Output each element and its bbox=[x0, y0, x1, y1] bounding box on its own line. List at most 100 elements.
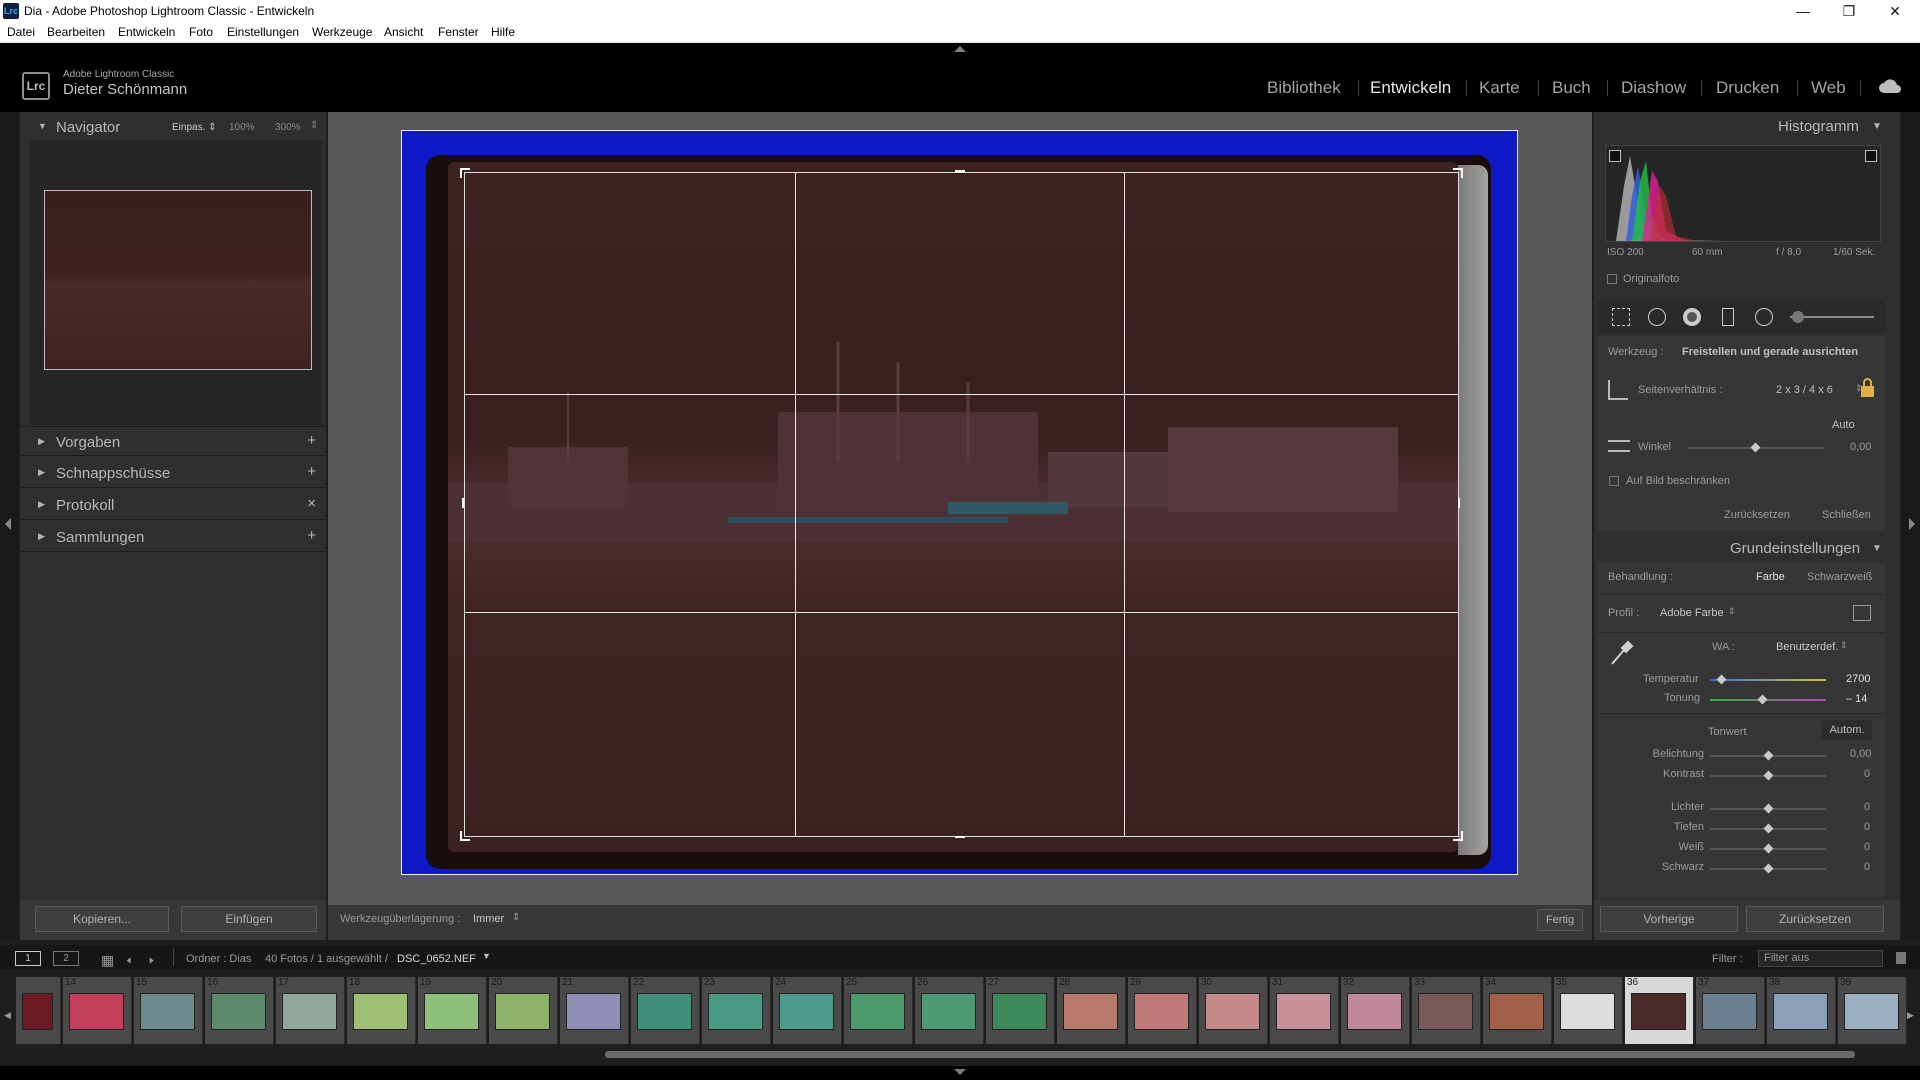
temp-value[interactable]: 2700 bbox=[1846, 673, 1870, 685]
crop-handle-bottom-left[interactable] bbox=[460, 831, 470, 841]
crop-handle-top-right[interactable] bbox=[1453, 168, 1463, 178]
collapse-triangle-icon[interactable]: ▼ bbox=[1872, 121, 1882, 132]
tint-value[interactable]: – 14 bbox=[1846, 693, 1867, 705]
filmstrip-cell[interactable]: 38 bbox=[1767, 977, 1836, 1044]
filmstrip-cell[interactable]: 30 bbox=[1199, 977, 1268, 1044]
filmstrip-cell[interactable]: 31 bbox=[1270, 977, 1339, 1044]
filmstrip-cell[interactable]: 32 bbox=[1341, 977, 1410, 1044]
menu-fenster[interactable]: Fenster bbox=[438, 25, 479, 39]
collections-header[interactable]: ▶ Sammlungen + bbox=[20, 522, 326, 552]
original-photo-checkbox[interactable] bbox=[1607, 274, 1617, 284]
blacks-value[interactable]: 0 bbox=[1864, 861, 1870, 873]
radial-filter-icon[interactable] bbox=[1755, 308, 1773, 326]
filmstrip-cell[interactable]: 17 bbox=[276, 977, 345, 1044]
contrast-value[interactable]: 0 bbox=[1864, 768, 1870, 780]
filmstrip-thumbnail[interactable] bbox=[495, 993, 550, 1030]
crop-handle-bottom[interactable] bbox=[955, 836, 965, 838]
filmstrip-cell[interactable]: 19 bbox=[418, 977, 487, 1044]
filmstrip-cell[interactable]: 27 bbox=[986, 977, 1055, 1044]
module-entwickeln[interactable]: Entwickeln bbox=[1370, 78, 1451, 98]
red-eye-icon[interactable] bbox=[1683, 308, 1701, 326]
tint-slider[interactable] bbox=[1710, 699, 1826, 701]
histogram-graph[interactable] bbox=[1605, 145, 1881, 242]
filmstrip-thumbnail[interactable] bbox=[424, 993, 479, 1030]
filmstrip-thumbnail[interactable] bbox=[1844, 993, 1899, 1030]
crop-handle-left[interactable] bbox=[462, 498, 464, 508]
crop-handle-bottom-right[interactable] bbox=[1453, 831, 1463, 841]
source-label[interactable]: Ordner : Dias bbox=[186, 953, 251, 965]
presets-header[interactable]: ▶ Vorgaben + bbox=[20, 426, 326, 456]
screen2-button[interactable]: 2 bbox=[53, 951, 79, 966]
done-button[interactable]: Fertig bbox=[1537, 909, 1583, 931]
filmstrip-thumbnail[interactable] bbox=[921, 993, 976, 1030]
aspect-select[interactable]: 2 x 3 / 4 x 6 bbox=[1776, 384, 1833, 396]
filmstrip-cell[interactable]: 14 bbox=[63, 977, 132, 1044]
auto-straighten-button[interactable]: Auto bbox=[1832, 419, 1855, 431]
menu-ansicht[interactable]: Ansicht bbox=[384, 25, 423, 39]
filmstrip-cell[interactable]: 15 bbox=[134, 977, 203, 1044]
previous-button[interactable]: Vorherige bbox=[1600, 906, 1738, 932]
filmstrip-thumbnail[interactable] bbox=[637, 993, 692, 1030]
menu-hilfe[interactable]: Hilfe bbox=[491, 25, 515, 39]
history-header[interactable]: ▶ Protokoll × bbox=[20, 490, 326, 520]
constrain-checkbox[interactable] bbox=[1609, 476, 1619, 486]
treatment-bw[interactable]: Schwarzweiß bbox=[1807, 571, 1872, 583]
filmstrip-cell[interactable]: 34 bbox=[1483, 977, 1552, 1044]
spot-removal-icon[interactable] bbox=[1648, 308, 1666, 326]
menu-datei[interactable]: Datei bbox=[7, 25, 35, 39]
zoom-fit[interactable]: Einpas. ⇕ bbox=[172, 122, 217, 133]
right-panel-toggle[interactable] bbox=[1902, 112, 1920, 940]
filmstrip-cell[interactable]: 37 bbox=[1696, 977, 1765, 1044]
filmstrip-cell[interactable]: 18 bbox=[347, 977, 416, 1044]
menu-einstellungen[interactable]: Einstellungen bbox=[227, 25, 299, 39]
filmstrip-cell[interactable]: 29 bbox=[1128, 977, 1197, 1044]
filmstrip-thumbnail[interactable] bbox=[1489, 993, 1544, 1030]
module-web[interactable]: Web bbox=[1811, 78, 1846, 98]
whites-value[interactable]: 0 bbox=[1864, 841, 1870, 853]
paste-settings-button[interactable]: Einfügen bbox=[181, 906, 317, 932]
filmstrip-cell[interactable] bbox=[16, 977, 61, 1044]
filmstrip-thumbnail[interactable] bbox=[1347, 993, 1402, 1030]
crop-tool-icon[interactable] bbox=[1612, 308, 1630, 326]
navigator-thumbnail[interactable] bbox=[44, 190, 312, 370]
filmstrip-thumbnail[interactable] bbox=[850, 993, 905, 1030]
filmstrip-cell[interactable]: 33 bbox=[1412, 977, 1481, 1044]
filmstrip-cell[interactable]: 20 bbox=[489, 977, 558, 1044]
filmstrip-thumbnail[interactable] bbox=[1205, 993, 1260, 1030]
left-panel-toggle[interactable] bbox=[0, 112, 18, 940]
graduated-filter-icon[interactable] bbox=[1722, 308, 1734, 326]
collapse-triangle-icon[interactable]: ▼ bbox=[1872, 543, 1882, 554]
menu-werkzeuge[interactable]: Werkzeuge bbox=[312, 25, 372, 39]
treatment-color[interactable]: Farbe bbox=[1756, 571, 1785, 583]
overlay-select[interactable]: Immer bbox=[473, 913, 504, 925]
zoom-100[interactable]: 100% bbox=[229, 122, 255, 133]
filmstrip-cell[interactable]: 25 bbox=[844, 977, 913, 1044]
filmstrip-thumbnail[interactable] bbox=[566, 993, 621, 1030]
profile-browser-icon[interactable] bbox=[1853, 605, 1871, 621]
filmstrip-cell[interactable]: 35 bbox=[1554, 977, 1623, 1044]
filmstrip-thumbnail[interactable] bbox=[1702, 993, 1757, 1030]
angle-value[interactable]: 0,00 bbox=[1850, 441, 1871, 453]
highlights-value[interactable]: 0 bbox=[1864, 801, 1870, 813]
file-name[interactable]: DSC_0652.NEF bbox=[397, 953, 476, 965]
zoom-300[interactable]: 300% bbox=[275, 122, 301, 133]
filmstrip-thumbnail[interactable] bbox=[140, 993, 195, 1030]
module-buch[interactable]: Buch bbox=[1552, 78, 1591, 98]
filmstrip-scrollbar[interactable] bbox=[605, 1051, 1855, 1058]
module-drucken[interactable]: Drucken bbox=[1716, 78, 1779, 98]
filmstrip-thumbnail[interactable] bbox=[992, 993, 1047, 1030]
filter-select[interactable]: Filter aus bbox=[1758, 950, 1883, 967]
filter-lock-icon[interactable] bbox=[1896, 952, 1906, 964]
filmstrip-thumbnail[interactable] bbox=[1063, 993, 1118, 1030]
filmstrip-cell[interactable]: 26 bbox=[915, 977, 984, 1044]
filmstrip-thumbnail[interactable] bbox=[708, 993, 763, 1030]
filmstrip-cell[interactable]: 22 bbox=[631, 977, 700, 1044]
filmstrip-thumbnail[interactable] bbox=[22, 993, 53, 1030]
filmstrip-thumbnail[interactable] bbox=[1134, 993, 1189, 1030]
filmstrip-thumbnail[interactable] bbox=[1773, 993, 1828, 1030]
menu-foto[interactable]: Foto bbox=[189, 25, 213, 39]
copy-settings-button[interactable]: Kopieren... bbox=[35, 906, 169, 932]
navigator-header[interactable]: ▼ Navigator Einpas. ⇕ 100% 300% ⇕ bbox=[20, 112, 326, 142]
filmstrip-left-icon[interactable]: ◀ bbox=[4, 1010, 11, 1021]
filmstrip-cell[interactable]: 21 bbox=[560, 977, 629, 1044]
